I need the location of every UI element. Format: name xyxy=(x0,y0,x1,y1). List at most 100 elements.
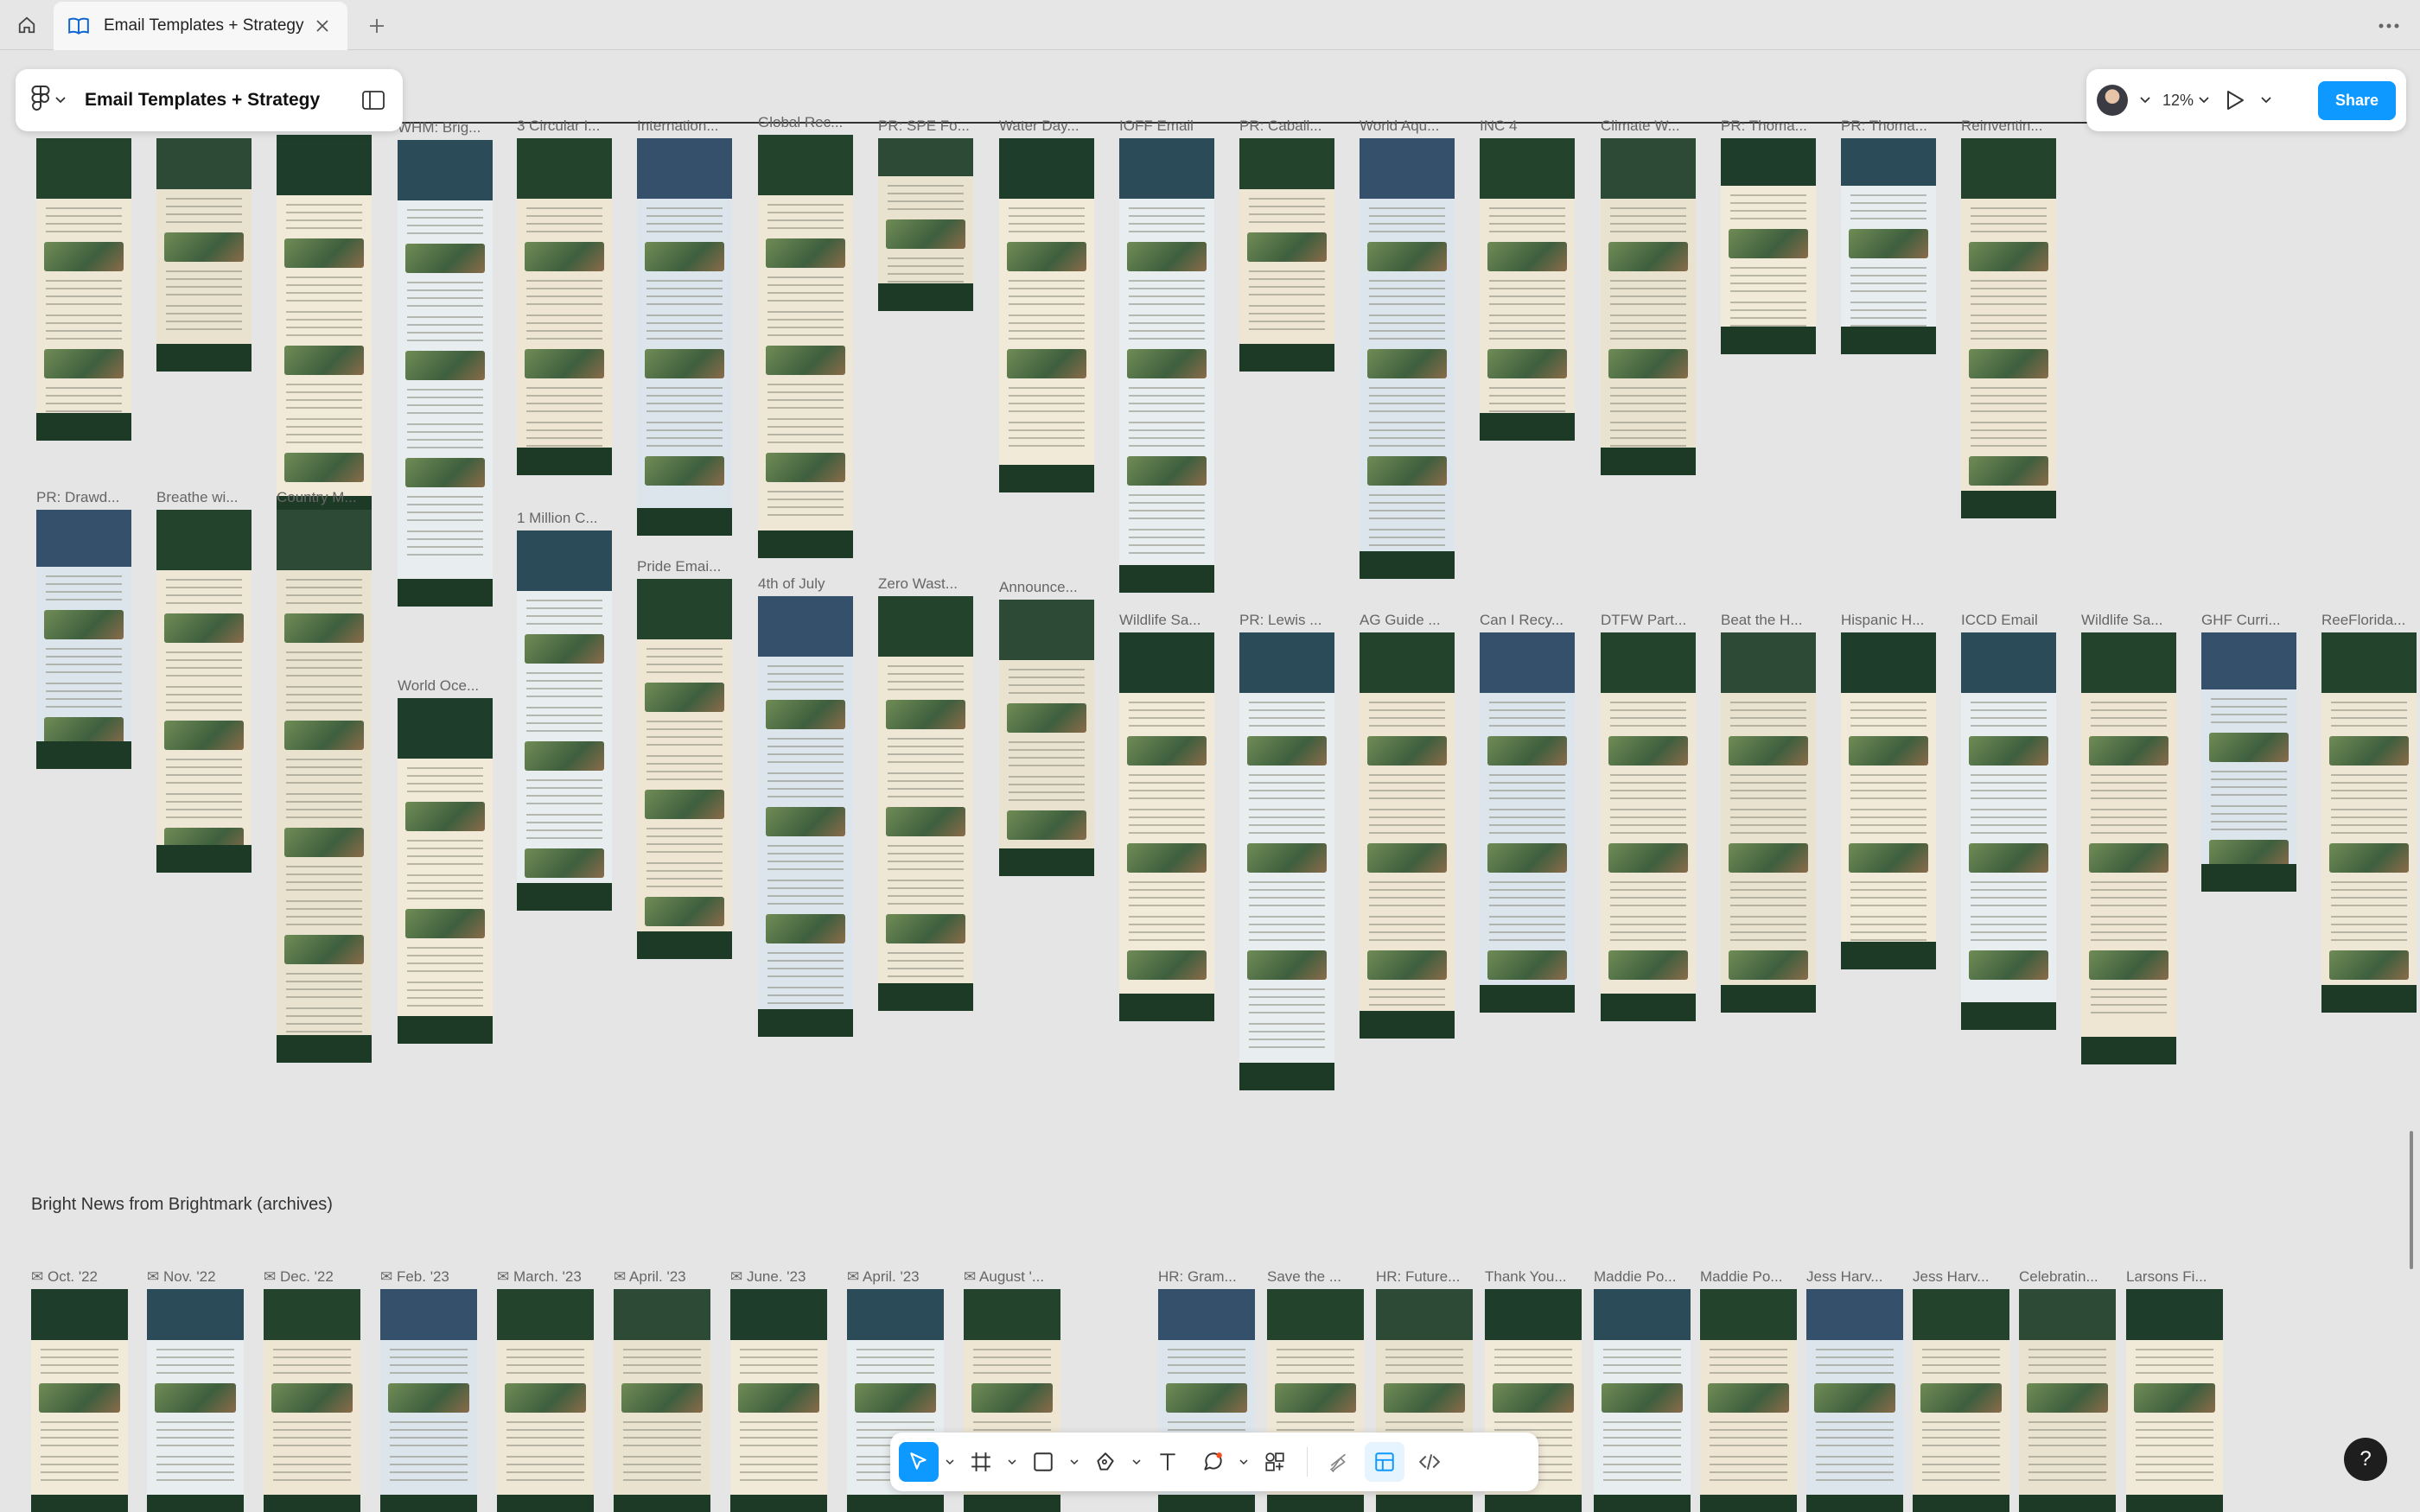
share-button[interactable]: Share xyxy=(2317,80,2396,120)
email-frame[interactable] xyxy=(1841,632,1936,969)
frame-label[interactable]: Jess Harv... xyxy=(1806,1268,1924,1286)
comment-tool-menu[interactable] xyxy=(1238,1442,1250,1482)
main-menu-button[interactable] xyxy=(31,85,66,116)
frame-label[interactable]: ✉ June. '23 xyxy=(730,1268,848,1286)
frame-label[interactable]: Save the ... xyxy=(1267,1268,1385,1286)
frame-label[interactable]: IOFF Email xyxy=(1119,118,1235,135)
avatar[interactable] xyxy=(2097,85,2128,116)
frame-label[interactable]: ICCD Email xyxy=(1961,612,2077,629)
newsletter-frame[interactable] xyxy=(614,1289,710,1512)
email-frame[interactable] xyxy=(1119,138,1214,593)
shape-tool-menu[interactable] xyxy=(1068,1442,1080,1482)
email-frame[interactable] xyxy=(999,138,1094,492)
email-frame[interactable] xyxy=(1119,632,1214,1021)
email-frame[interactable] xyxy=(878,596,973,1011)
zoom-dropdown[interactable]: 12% xyxy=(2162,92,2209,110)
frame-label[interactable]: ✉ Feb. '23 xyxy=(380,1268,498,1286)
email-frame[interactable] xyxy=(878,138,973,311)
email-frame[interactable] xyxy=(2081,632,2176,1064)
frame-label[interactable]: ✉ March. '23 xyxy=(497,1268,615,1286)
newsletter-frame[interactable] xyxy=(730,1289,827,1512)
frame-label[interactable]: Hispanic H... xyxy=(1841,612,1957,629)
frame-label[interactable]: 3 Circular I... xyxy=(517,118,633,135)
frame-label[interactable]: PR: Drawd... xyxy=(36,489,152,506)
email-frame[interactable] xyxy=(36,138,131,441)
email-frame[interactable] xyxy=(1360,632,1455,1039)
frame-label[interactable]: INC 4 xyxy=(1480,118,1595,135)
frame-label[interactable]: Larsons Fi... xyxy=(2126,1268,2244,1286)
email-frame[interactable] xyxy=(36,510,131,769)
frame-label[interactable]: Breathe wi... xyxy=(156,489,272,506)
move-tool[interactable] xyxy=(899,1442,939,1482)
frame-tool[interactable] xyxy=(961,1442,1001,1482)
frame-label[interactable]: GHF Curri... xyxy=(2201,612,2317,629)
frame-label[interactable]: ✉ Dec. '22 xyxy=(264,1268,381,1286)
frame-label[interactable]: Can I Recy... xyxy=(1480,612,1595,629)
frame-label[interactable]: Celebratin... xyxy=(2019,1268,2137,1286)
frame-label[interactable]: Maddie Po... xyxy=(1594,1268,1711,1286)
email-frame[interactable] xyxy=(1239,138,1334,372)
frame-label[interactable]: Climate W... xyxy=(1601,118,1716,135)
chevron-down-icon[interactable] xyxy=(2140,92,2150,108)
email-frame[interactable] xyxy=(1601,138,1696,475)
email-frame[interactable] xyxy=(398,140,493,607)
frame-label[interactable]: AG Guide ... xyxy=(1360,612,1475,629)
newsletter-frame[interactable] xyxy=(147,1289,244,1512)
pen-tool[interactable] xyxy=(1086,1442,1125,1482)
email-frame[interactable] xyxy=(517,138,612,475)
frame-label[interactable]: Pride Emai... xyxy=(637,558,753,575)
email-frame[interactable] xyxy=(1601,632,1696,1021)
frame-label[interactable]: 4th of July xyxy=(758,575,874,593)
email-frame[interactable] xyxy=(1480,632,1575,1013)
email-frame[interactable] xyxy=(758,596,853,1037)
email-frame[interactable] xyxy=(637,138,732,536)
email-frame[interactable] xyxy=(1700,1289,1797,1512)
newsletter-frame[interactable] xyxy=(264,1289,360,1512)
frame-label[interactable]: Jess Harv... xyxy=(1913,1268,2030,1286)
frame-label[interactable]: ✉ April. '23 xyxy=(614,1268,731,1286)
frame-label[interactable]: PR: Caball... xyxy=(1239,118,1355,135)
frame-label[interactable]: Country M... xyxy=(277,489,392,506)
email-frame[interactable] xyxy=(1480,138,1575,441)
frame-label[interactable]: Zero Wast... xyxy=(878,575,994,593)
email-frame[interactable] xyxy=(999,600,1094,876)
newsletter-frame[interactable] xyxy=(31,1289,128,1512)
email-frame[interactable] xyxy=(1721,632,1816,1013)
design-mode[interactable] xyxy=(1365,1442,1404,1482)
frame-label[interactable]: PR: Thoma... xyxy=(1721,118,1837,135)
email-frame[interactable] xyxy=(2321,632,2417,1013)
frame-label[interactable]: ✉ April. '23 xyxy=(847,1268,965,1286)
frame-label[interactable]: Reinventin... xyxy=(1961,118,2077,135)
email-frame[interactable] xyxy=(1239,632,1334,1090)
frame-label[interactable]: ✉ Oct. '22 xyxy=(31,1268,149,1286)
frame-label[interactable]: Water Day... xyxy=(999,118,1115,135)
frame-label[interactable]: PR: SPE Fo... xyxy=(878,118,994,135)
frame-label[interactable]: World Oce... xyxy=(398,677,513,695)
frame-label[interactable]: Wildlife Sa... xyxy=(1119,612,1235,629)
email-frame[interactable] xyxy=(758,135,853,558)
email-frame[interactable] xyxy=(1594,1289,1691,1512)
email-frame[interactable] xyxy=(2126,1289,2223,1512)
email-frame[interactable] xyxy=(1961,632,2056,1030)
text-tool[interactable] xyxy=(1148,1442,1188,1482)
tab-email-templates[interactable]: Email Templates + Strategy xyxy=(54,2,347,50)
email-frame[interactable] xyxy=(398,698,493,1044)
chevron-down-icon[interactable] xyxy=(2261,92,2271,108)
frame-tool-menu[interactable] xyxy=(1006,1442,1018,1482)
frame-label[interactable]: ✉ Nov. '22 xyxy=(147,1268,264,1286)
email-frame[interactable] xyxy=(277,135,372,524)
newsletter-frame[interactable] xyxy=(380,1289,477,1512)
frame-label[interactable]: Wildlife Sa... xyxy=(2081,612,2197,629)
newsletter-frame[interactable] xyxy=(497,1289,594,1512)
file-name[interactable]: Email Templates + Strategy xyxy=(85,90,360,111)
email-frame[interactable] xyxy=(1841,138,1936,354)
frame-label[interactable]: Maddie Po... xyxy=(1700,1268,1818,1286)
email-frame[interactable] xyxy=(1913,1289,2009,1512)
frame-label[interactable]: World Aqu... xyxy=(1360,118,1475,135)
frame-label[interactable]: HR: Future... xyxy=(1376,1268,1493,1286)
frame-label[interactable]: HR: Gram... xyxy=(1158,1268,1276,1286)
panel-toggle-icon[interactable] xyxy=(360,86,387,114)
email-frame[interactable] xyxy=(2201,632,2296,892)
email-frame[interactable] xyxy=(1360,138,1455,579)
more-menu-icon[interactable] xyxy=(2373,12,2404,40)
